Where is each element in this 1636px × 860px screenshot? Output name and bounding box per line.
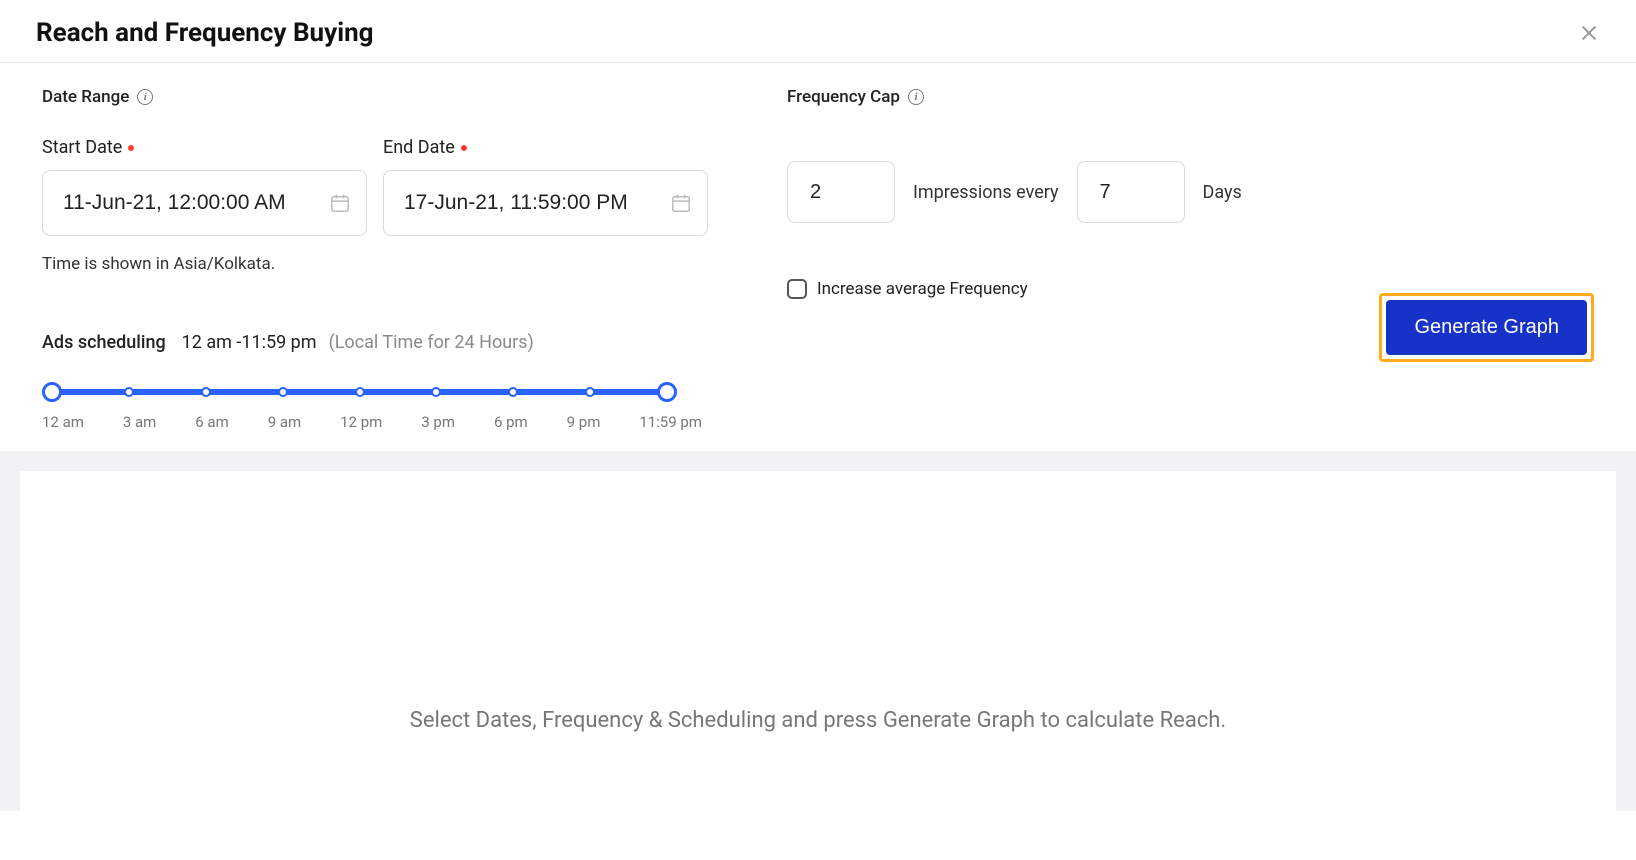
ads-scheduling-time: 12 am -11:59 pm bbox=[182, 332, 317, 353]
ads-scheduling-label: Ads scheduling bbox=[42, 332, 166, 353]
slider-tick bbox=[124, 387, 134, 397]
slider-labels: 12 am 3 am 6 am 9 am 12 pm 3 pm 6 pm 9 p… bbox=[42, 413, 702, 431]
generate-graph-highlight: Generate Graph bbox=[1379, 293, 1594, 362]
end-date-label: End Date bbox=[383, 137, 708, 158]
slider-label: 6 am bbox=[195, 413, 228, 431]
slider-label: 11:59 pm bbox=[639, 413, 702, 431]
frequency-cap-label-text: Frequency Cap bbox=[787, 87, 900, 107]
slider-label: 3 am bbox=[123, 413, 156, 431]
slider-label: 9 pm bbox=[567, 413, 601, 431]
graph-placeholder-text: Select Dates, Frequency & Scheduling and… bbox=[410, 708, 1226, 733]
required-dot bbox=[128, 145, 134, 151]
slider-label: 9 am bbox=[268, 413, 301, 431]
slider-label: 12 am bbox=[42, 413, 84, 431]
days-input[interactable] bbox=[1077, 161, 1185, 223]
start-date-input[interactable] bbox=[42, 170, 367, 236]
info-icon[interactable]: i bbox=[137, 89, 153, 105]
header: Reach and Frequency Buying bbox=[0, 0, 1636, 63]
slider-tick bbox=[508, 387, 518, 397]
timezone-note: Time is shown in Asia/Kolkata. bbox=[42, 254, 787, 274]
slider-tick bbox=[585, 387, 595, 397]
info-icon[interactable]: i bbox=[908, 89, 924, 105]
ads-scheduling-note: (Local Time for 24 Hours) bbox=[329, 332, 534, 353]
slider-handle-end[interactable] bbox=[657, 382, 677, 402]
slider-tick bbox=[278, 387, 288, 397]
required-dot bbox=[461, 145, 467, 151]
close-icon[interactable] bbox=[1578, 22, 1600, 44]
slider-tick bbox=[201, 387, 211, 397]
page-title: Reach and Frequency Buying bbox=[36, 18, 374, 48]
slider-tick bbox=[431, 387, 441, 397]
impressions-input[interactable] bbox=[787, 161, 895, 223]
end-date-input[interactable] bbox=[383, 170, 708, 236]
time-slider[interactable]: 12 am 3 am 6 am 9 am 12 pm 3 pm 6 pm 9 p… bbox=[42, 389, 702, 431]
slider-handle-start[interactable] bbox=[42, 382, 62, 402]
slider-tick bbox=[355, 387, 365, 397]
slider-label: 3 pm bbox=[421, 413, 455, 431]
graph-area: Select Dates, Frequency & Scheduling and… bbox=[0, 451, 1636, 811]
frequency-cap-label: Frequency Cap i bbox=[787, 87, 924, 107]
days-text: Days bbox=[1203, 182, 1242, 203]
generate-graph-button[interactable]: Generate Graph bbox=[1386, 300, 1587, 355]
date-range-label: Date Range i bbox=[42, 87, 153, 107]
start-date-label: Start Date bbox=[42, 137, 367, 158]
impressions-every-text: Impressions every bbox=[913, 182, 1059, 203]
date-range-label-text: Date Range bbox=[42, 87, 129, 107]
increase-frequency-checkbox[interactable] bbox=[787, 279, 807, 299]
slider-label: 6 pm bbox=[494, 413, 528, 431]
slider-label: 12 pm bbox=[340, 413, 382, 431]
increase-frequency-label: Increase average Frequency bbox=[817, 279, 1028, 299]
